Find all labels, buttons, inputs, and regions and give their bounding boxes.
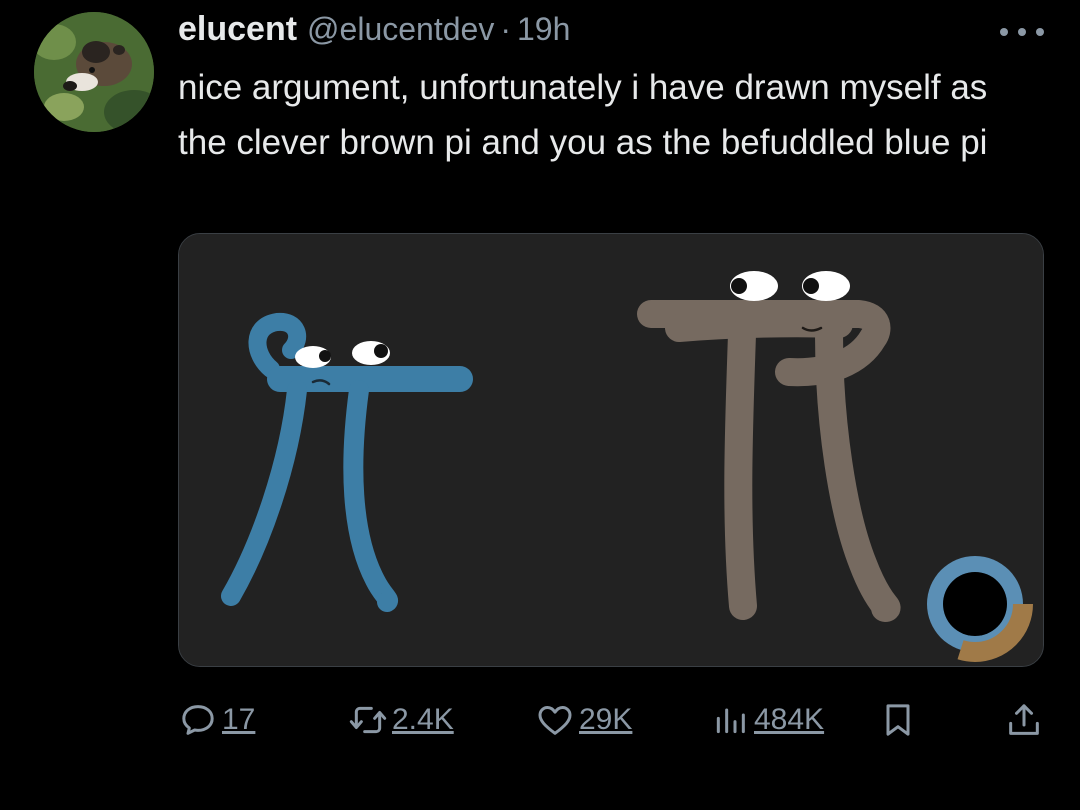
reply-button[interactable]: 17: [178, 700, 255, 740]
more-options-icon[interactable]: [1000, 22, 1044, 42]
bookmark-icon: [886, 704, 910, 736]
tweet-header: elucent @elucentdev · 19h: [178, 10, 570, 50]
views-button[interactable]: 484K: [710, 700, 824, 740]
views-count: 484K: [754, 703, 825, 736]
tweet-text: nice argument, unfortunately i have draw…: [178, 68, 988, 162]
header-separator: ·: [500, 11, 511, 47]
like-count: 29K: [579, 703, 633, 736]
repost-button[interactable]: 2.4K: [348, 700, 454, 740]
repost-icon: [349, 706, 387, 734]
loading-spinner-icon: [917, 546, 1033, 662]
share-icon: [1009, 704, 1039, 735]
pi-illustration: [179, 234, 1043, 666]
author-handle[interactable]: @elucentdev: [307, 11, 494, 48]
action-bar: 17 2.4K 29K 484K: [178, 700, 1044, 740]
like-button[interactable]: 29K: [535, 700, 632, 740]
author-display-name[interactable]: elucent: [178, 10, 297, 49]
tweet-timestamp[interactable]: 19h: [517, 11, 570, 48]
coati-avatar-icon: [34, 12, 154, 132]
reply-icon: [182, 705, 214, 735]
tweet-media-image[interactable]: [178, 233, 1044, 667]
reply-count: 17: [222, 703, 256, 736]
share-button[interactable]: [1004, 700, 1044, 740]
like-icon: [538, 706, 572, 735]
views-icon: [716, 708, 745, 734]
avatar[interactable]: [34, 12, 154, 132]
repost-count: 2.4K: [392, 703, 454, 736]
bookmark-button[interactable]: [878, 700, 918, 740]
